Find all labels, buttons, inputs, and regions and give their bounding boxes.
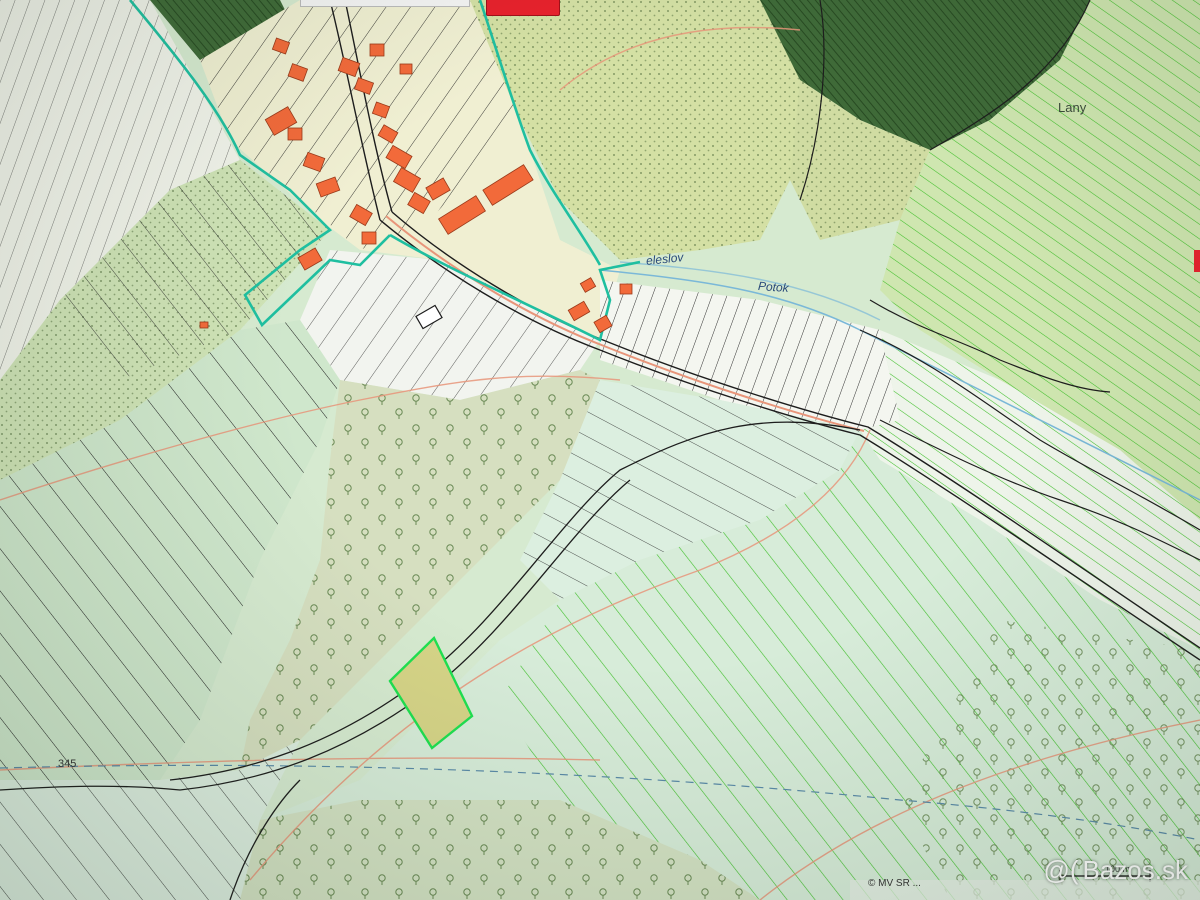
right-edge-marker[interactable]	[1194, 250, 1200, 272]
contour-elevation-label: 345	[58, 758, 77, 770]
cadastral-map-viewport[interactable]: Lany eleslov Potok 345 100 m © MV SR ...…	[0, 0, 1200, 900]
place-label-lany: Lany	[1058, 100, 1087, 115]
stream-label-potok: Potok	[757, 278, 790, 296]
top-panel-edge	[300, 0, 470, 7]
bazos-watermark: @( Bazos.sk	[1043, 855, 1188, 886]
copyright-text: © MV SR ...	[868, 878, 921, 889]
watermark-text: Bazos.sk	[1082, 855, 1189, 885]
bazos-logo-icon: @(	[1043, 855, 1079, 885]
red-toolbar-button[interactable]	[486, 0, 560, 16]
cadastral-map[interactable]	[0, 0, 1200, 900]
